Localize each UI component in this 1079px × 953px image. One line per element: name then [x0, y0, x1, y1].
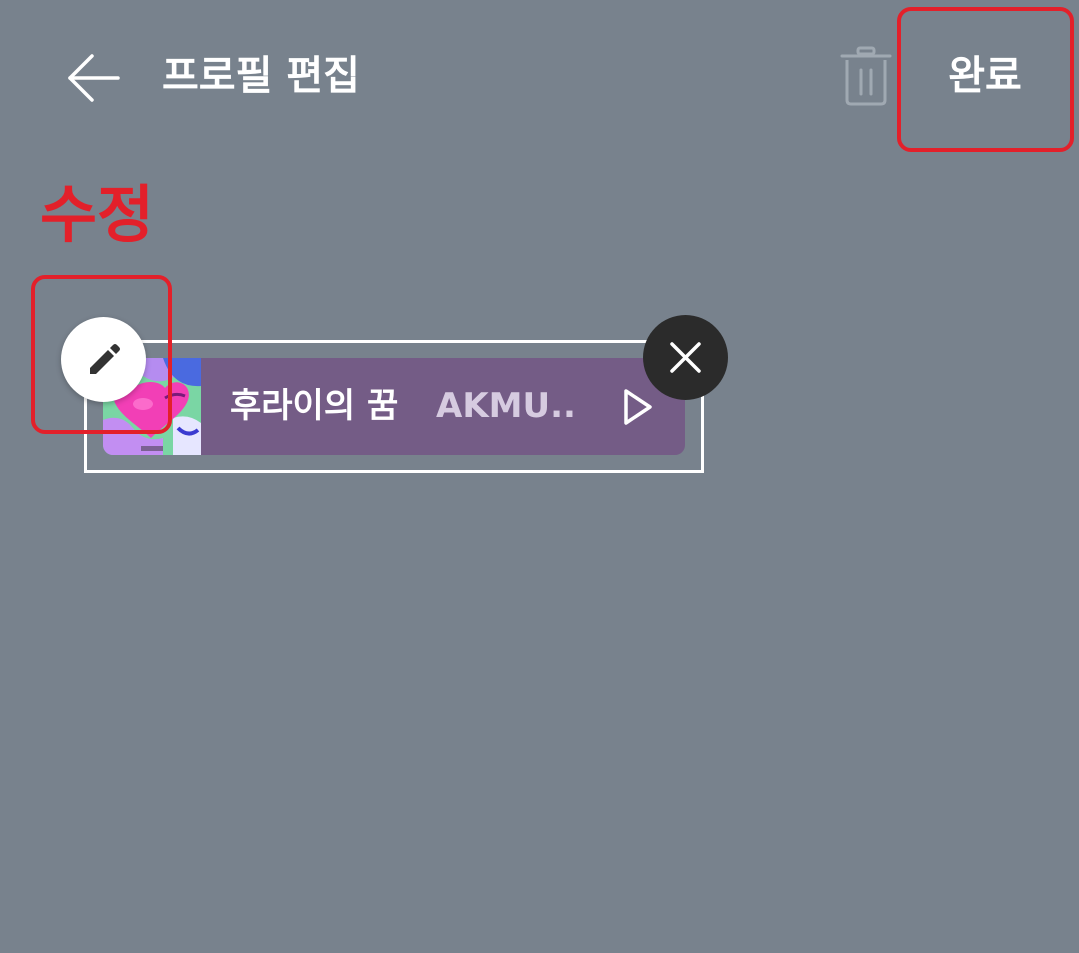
annotation-label: 수정 [40, 178, 155, 251]
music-card[interactable]: 후라이의 꿈 AKMU.. [103, 358, 685, 455]
delete-button[interactable] [836, 44, 896, 110]
artist-name: AKMU.. [436, 386, 576, 426]
page-title: 프로필 편집 [162, 53, 360, 99]
close-icon [670, 342, 701, 373]
song-title: 후라이의 꿈 [230, 386, 399, 426]
arrow-left-icon [68, 54, 120, 102]
edit-button[interactable] [61, 317, 146, 402]
back-button[interactable] [62, 48, 126, 108]
remove-widget-button[interactable] [643, 315, 728, 400]
play-button[interactable] [618, 386, 658, 428]
trash-icon [840, 46, 892, 106]
done-button[interactable]: 완료 [930, 46, 1040, 106]
pencil-icon [90, 344, 120, 374]
play-icon [624, 389, 652, 425]
